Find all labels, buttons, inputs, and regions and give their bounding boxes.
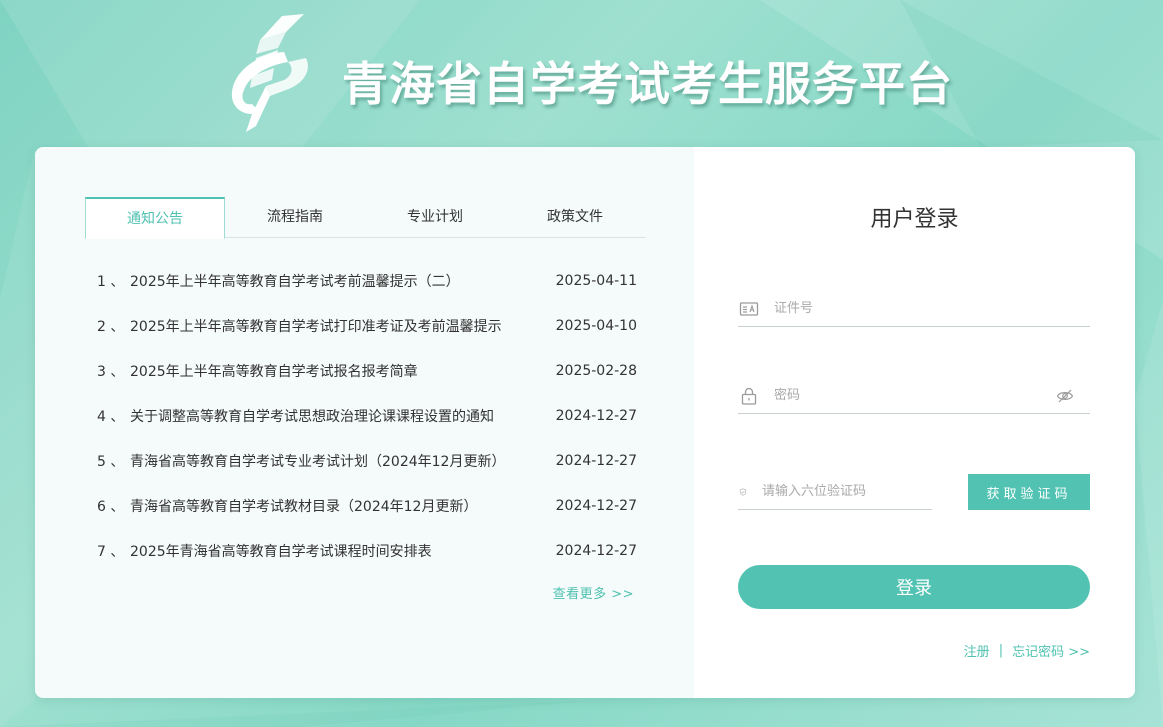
notice-tabs: 通知公告 流程指南 专业计划 政策文件 (85, 197, 646, 239)
notice-number: 5 、 (97, 453, 125, 470)
notice-list: 1 、 2025年上半年高等教育自学考试考前温馨提示（二） 2025-04-11… (97, 258, 637, 573)
password-input[interactable] (774, 380, 1056, 411)
notice-item[interactable]: 7 、 2025年青海省高等教育自学考试课程时间安排表 2024-12-27 (97, 528, 637, 573)
notice-date: 2025-04-10 (555, 317, 637, 334)
forgot-password-link[interactable]: 忘记密码 >> (1012, 641, 1090, 660)
site-title: 青海省自学考试考生服务平台 (342, 57, 953, 111)
notice-item[interactable]: 5 、 青海省高等教育自学考试专业考试计划（2024年12月更新） 2024-1… (97, 438, 637, 483)
notice-item[interactable]: 6 、 青海省高等教育自学考试教材目录（2024年12月更新） 2024-12-… (97, 483, 637, 528)
main-card: 通知公告 流程指南 专业计划 政策文件 1 、 2025年上半年高等教育自学考试… (35, 147, 1135, 698)
notice-title[interactable]: 青海省高等教育自学考试教材目录（2024年12月更新） (130, 496, 477, 516)
notice-title[interactable]: 2025年上半年高等教育自学考试打印准考证及考前温馨提示 (130, 316, 502, 336)
notice-title[interactable]: 2025年上半年高等教育自学考试考前温馨提示（二） (130, 271, 460, 291)
notice-title[interactable]: 2025年上半年高等教育自学考试报名报考简章 (130, 361, 418, 381)
exam-logo-icon (231, 14, 308, 132)
id-number-input[interactable] (774, 293, 1090, 324)
notice-date: 2025-04-11 (555, 272, 637, 289)
tab-notices[interactable]: 通知公告 (85, 197, 225, 239)
view-more-link[interactable]: 查看更多 >> (553, 583, 634, 602)
password-field (738, 378, 1090, 414)
tab-process-guide[interactable]: 流程指南 (225, 197, 365, 238)
id-card-icon (739, 301, 759, 316)
notice-date: 2024-12-27 (555, 452, 637, 469)
notice-date: 2024-12-27 (555, 542, 637, 559)
notice-item[interactable]: 4 、 关于调整高等教育自学考试思想政治理论课课程设置的通知 2024-12-2… (97, 393, 637, 438)
notice-title[interactable]: 关于调整高等教育自学考试思想政治理论课课程设置的通知 (130, 406, 494, 426)
login-panel: 用户登录 证件号 请输入六位验证码 获取验证码 登录 注册 | 忘记密码 >> (694, 147, 1135, 698)
notice-number: 7 、 (97, 543, 125, 560)
tab-major-plan[interactable]: 专业计划 (365, 197, 505, 238)
notice-date: 2024-12-27 (555, 407, 637, 424)
notice-title[interactable]: 青海省高等教育自学考试专业考试计划（2024年12月更新） (130, 451, 505, 471)
notice-number: 3 、 (97, 363, 125, 380)
get-code-button[interactable]: 获取验证码 (968, 474, 1090, 510)
notice-item[interactable]: 3 、 2025年上半年高等教育自学考试报名报考简章 2025-02-28 (97, 348, 637, 393)
register-link[interactable]: 注册 (964, 641, 990, 660)
id-number-field (738, 291, 1090, 327)
verification-code-input[interactable] (762, 476, 932, 507)
notice-number: 2 、 (97, 318, 125, 335)
notice-date: 2025-02-28 (555, 362, 637, 379)
notice-number: 4 、 (97, 408, 125, 425)
notice-date: 2024-12-27 (555, 497, 637, 514)
notice-number: 1 、 (97, 273, 125, 290)
login-button[interactable]: 登录 (738, 565, 1090, 609)
notice-number: 6 、 (97, 498, 125, 515)
tab-policy-documents[interactable]: 政策文件 (505, 197, 645, 238)
link-separator: | (998, 643, 1004, 658)
login-title: 用户登录 (870, 207, 959, 232)
eye-off-icon[interactable] (1056, 387, 1074, 405)
lock-icon (741, 387, 757, 405)
notice-panel: 通知公告 流程指南 专业计划 政策文件 1 、 2025年上半年高等教育自学考试… (35, 147, 694, 698)
account-links: 注册 | 忘记密码 >> (964, 641, 1090, 660)
notice-title[interactable]: 2025年青海省高等教育自学考试课程时间安排表 (130, 541, 432, 561)
notice-item[interactable]: 1 、 2025年上半年高等教育自学考试考前温馨提示（二） 2025-04-11 (97, 258, 637, 303)
notice-item[interactable]: 2 、 2025年上半年高等教育自学考试打印准考证及考前温馨提示 2025-04… (97, 303, 637, 348)
verification-code-field (738, 474, 932, 510)
header: 青海省自学考试考生服务平台 (0, 0, 1163, 147)
shield-check-icon (739, 488, 747, 495)
